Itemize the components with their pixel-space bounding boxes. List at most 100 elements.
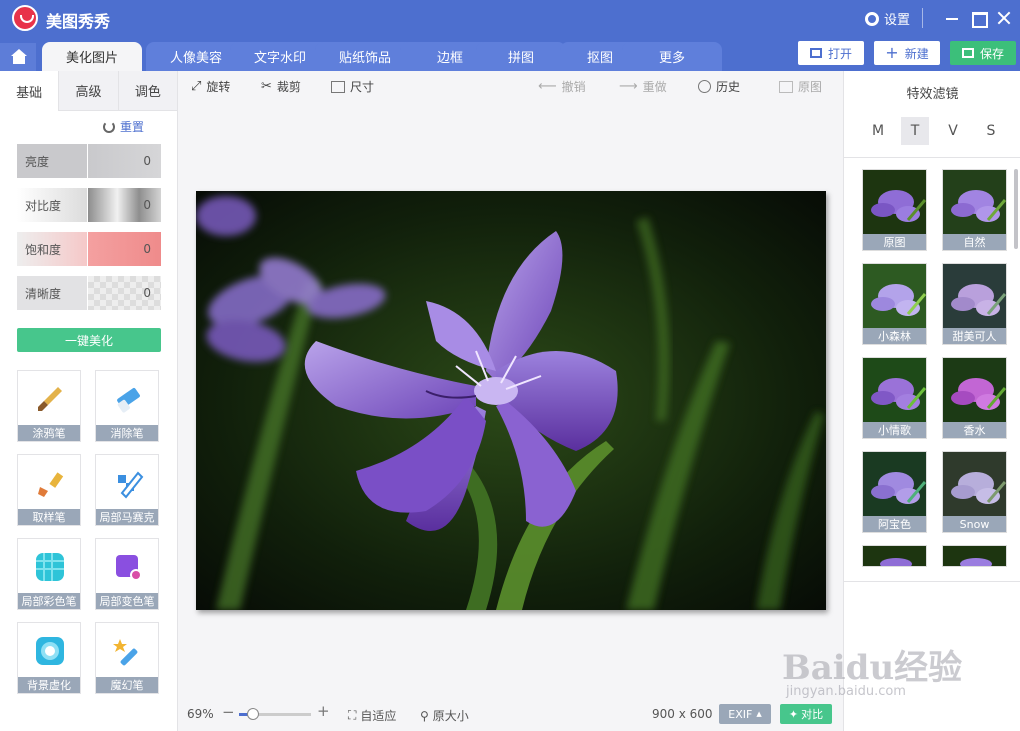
magic-pen-tool[interactable]: 魔幻笔 (95, 622, 159, 694)
scissors-icon: ✂ (261, 79, 272, 94)
tab-more[interactable]: 更多 (622, 42, 722, 71)
filter-category-v[interactable]: V (939, 117, 967, 145)
filter-perfume[interactable]: 香水 (942, 357, 1007, 439)
filter-love-song[interactable]: 小情歌 (862, 357, 927, 439)
local-recolor-pen-tool[interactable]: 局部变色笔 (95, 538, 159, 610)
image-dimensions: 900 x 600 (652, 707, 713, 721)
filter-category-m[interactable]: M (864, 117, 892, 145)
minimize-button[interactable] (940, 6, 964, 30)
save-button[interactable]: 保存 (950, 41, 1016, 65)
actual-size-button[interactable]: ⚲ 原大小 (420, 707, 469, 724)
export-icon (961, 48, 974, 58)
original-button[interactable]: 原图 (779, 78, 822, 95)
maximize-button[interactable] (966, 6, 990, 30)
gear-icon (865, 11, 879, 26)
app-title: 美图秀秀 (46, 12, 111, 31)
undo-icon (103, 120, 115, 133)
sample-pen-tool[interactable]: 取样笔 (17, 454, 81, 526)
reset-button[interactable]: 重置 (103, 118, 144, 135)
rotate-button[interactable]: ⤢ 旋转 (191, 78, 230, 95)
divider (844, 581, 1020, 582)
eraser-icon (117, 387, 140, 413)
blur-lens-icon (36, 637, 64, 665)
sharpness-slider[interactable]: 清晰度 0 (17, 276, 161, 310)
filter-abao[interactable]: 阿宝色 (862, 451, 927, 533)
contrast-slider[interactable]: 对比度 0 (17, 188, 161, 222)
title-bar: 美图秀秀 设置 (0, 0, 1020, 36)
doodle-pen-tool[interactable]: 涂鸦笔 (17, 370, 81, 442)
filter-panel: 特效滤镜 M T V S 原图 自然 小森林 甜美可人 小情歌 香水 阿宝色 S… (843, 71, 1020, 731)
undo-button[interactable]: ⟵ 撤销 (538, 78, 586, 95)
rotate-icon: ⤢ (191, 79, 202, 94)
image-icon (779, 80, 793, 93)
filter-scrollbar[interactable] (1014, 169, 1018, 249)
filter-sweet[interactable]: 甜美可人 (942, 263, 1007, 345)
filter-forest[interactable]: 小森林 (862, 263, 927, 345)
watermark-url: jingyan.baidu.com (786, 684, 906, 699)
clock-icon (698, 80, 711, 93)
iris-photo (196, 191, 826, 610)
filter-more-2[interactable] (942, 545, 1007, 567)
saturation-slider[interactable]: 饱和度 0 (17, 232, 161, 266)
watermark-text: Baidu经验 (782, 648, 963, 688)
redo-arrow-icon: ⟶ (619, 79, 638, 94)
main-nav: 美化图片 人像美容 文字水印 贴纸饰品 边框 拼图 抠图 更多 打开 + 新建 … (0, 36, 1020, 71)
settings-label: 设置 (884, 13, 911, 28)
filter-category-s[interactable]: S (977, 117, 1005, 145)
resize-icon (331, 80, 345, 93)
home-button[interactable] (0, 43, 36, 71)
redo-button[interactable]: ⟶ 重做 (619, 78, 667, 95)
settings-button[interactable]: 设置 (865, 9, 910, 28)
home-icon (11, 49, 27, 56)
zoom-percent: 69% (187, 707, 214, 721)
image-icon (809, 48, 822, 58)
close-button[interactable] (992, 6, 1016, 30)
exif-button[interactable]: EXIF ▲ (719, 704, 771, 724)
local-mosaic-tool[interactable]: 局部马赛克 (95, 454, 159, 526)
tab-beautify[interactable]: 美化图片 (42, 42, 142, 71)
edit-toolbar: ⤢ 旋转 ✂ 裁剪 尺寸 ⟵ 撤销 ⟶ 重做 历史 原图 (179, 71, 843, 101)
brightness-slider[interactable]: 亮度 0 (17, 144, 161, 178)
color-grid-icon (36, 553, 64, 581)
filter-more-1[interactable] (862, 545, 927, 567)
crop-button[interactable]: ✂ 裁剪 (261, 78, 301, 95)
recolor-icon (116, 555, 142, 581)
chevron-up-icon: ▲ (756, 710, 762, 718)
tab-collage[interactable]: 拼图 (476, 42, 566, 71)
eraser-pen-tool[interactable]: 消除笔 (95, 370, 159, 442)
filter-natural[interactable]: 自然 (942, 169, 1007, 251)
status-bar: 69% − + ⛶ 自适应 ⚲ 原大小 900 x 600 EXIF ▲ ✦ 对… (179, 700, 843, 731)
zoom-slider[interactable] (239, 708, 311, 720)
zoom-in-button[interactable]: + (317, 702, 330, 720)
mosaic-pen-icon (118, 471, 144, 499)
magic-wand-icon (113, 639, 138, 666)
zoom-slider-knob[interactable] (247, 708, 260, 720)
auto-enhance-button[interactable]: 一键美化 (17, 328, 161, 352)
tab-advanced[interactable]: 高级 (59, 71, 119, 111)
paint-brush-icon (38, 472, 64, 497)
adjust-panel: 基础 高级 调色 重置 亮度 0 对比度 0 饱和度 0 清晰度 0 一键美化 … (0, 71, 178, 731)
filter-original[interactable]: 原图 (862, 169, 927, 251)
background-blur-tool[interactable]: 背景虚化 (17, 622, 81, 694)
fit-to-window-button[interactable]: ⛶ 自适应 (348, 707, 396, 724)
local-color-pen-tool[interactable]: 局部彩色笔 (17, 538, 81, 610)
divider (922, 8, 923, 28)
undo-arrow-icon: ⟵ (538, 79, 557, 94)
magnifier-icon: ⚲ (420, 708, 429, 723)
divider (844, 157, 1020, 158)
filter-snow[interactable]: Snow (942, 451, 1007, 533)
tab-basic[interactable]: 基础 (0, 71, 60, 111)
fit-icon: ⛶ (348, 708, 357, 722)
filter-category-t[interactable]: T (901, 117, 929, 145)
open-button[interactable]: 打开 (798, 41, 864, 65)
app-logo-icon (12, 5, 38, 31)
photo-canvas[interactable] (196, 191, 826, 610)
history-button[interactable]: 历史 (698, 78, 740, 95)
new-button[interactable]: + 新建 (874, 41, 940, 65)
watermark: Baidu经验 jingyan.baidu.com (782, 640, 982, 710)
zoom-out-button[interactable]: − (222, 703, 235, 721)
plus-icon: + (885, 43, 899, 62)
filter-panel-title: 特效滤镜 (906, 87, 959, 102)
resize-button[interactable]: 尺寸 (331, 78, 374, 95)
tab-color[interactable]: 调色 (118, 71, 178, 111)
